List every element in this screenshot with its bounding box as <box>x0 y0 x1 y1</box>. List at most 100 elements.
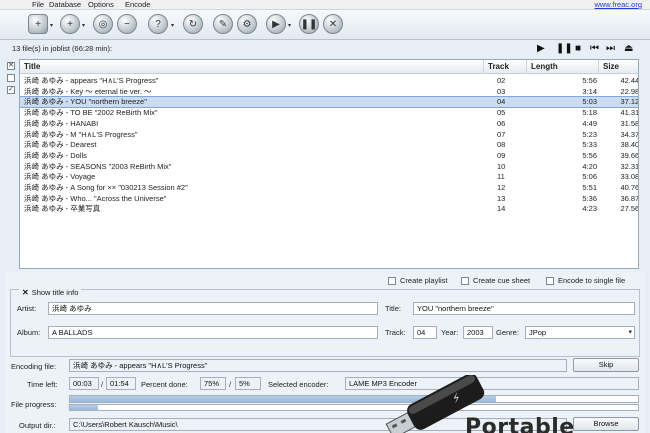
show-title-info-toggle[interactable]: ✕ Show title info <box>19 288 82 297</box>
title-label: Title: <box>385 304 401 313</box>
chevron-down-icon[interactable]: ▾ <box>628 327 632 338</box>
row-size: 41.314.225 <box>620 108 639 118</box>
pause-icon[interactable]: ❚❚ <box>299 14 319 34</box>
title-field[interactable]: YOU "northern breeze" <box>413 302 635 315</box>
joblist-header: Title Track Length Size <box>20 60 638 74</box>
row-title: 浜崎 あゆみ - HANABI <box>24 118 99 128</box>
row-length: 5:03 <box>582 97 597 107</box>
track-field[interactable]: 04 <box>413 326 437 339</box>
genre-select[interactable]: JPop ▾ <box>525 326 635 339</box>
settings-icon[interactable]: ⚙ <box>237 14 257 34</box>
row-title: 浜崎 あゆみ - Voyage <box>24 172 96 182</box>
row-track: 05 <box>497 108 506 118</box>
column-track[interactable]: Track <box>488 62 509 71</box>
row-title: 浜崎 あゆみ - Key ～ eternal tie ver. ～ <box>24 86 152 96</box>
row-size: 27.568.228 <box>620 204 639 214</box>
row-title: 浜崎 あゆみ - SEASONS "2003 ReBirth Mix" <box>24 161 172 171</box>
row-title: 浜崎 あゆみ - M "H∧L'S Progress" <box>24 129 138 139</box>
toolbar: + ▾ + ▾ ◎ − ? ▾ ↻ ✎ ⚙ ▶ ▾ ❚❚ ✕ <box>0 10 650 40</box>
table-row[interactable]: 浜崎 あゆみ - Dolls 09 5:56 39.663.516 <box>20 151 638 161</box>
file-progress-bar <box>69 395 639 403</box>
row-track: 11 <box>497 172 505 182</box>
menu-database[interactable]: Database <box>49 0 81 9</box>
table-row[interactable]: 浜崎 あゆみ - 卒業写真 14 4:23 27.568.228 <box>20 204 638 214</box>
chevron-down-icon[interactable]: ▾ <box>171 22 174 29</box>
player-previous-icon[interactable]: ⏮ <box>590 43 599 54</box>
artist-field[interactable]: 浜崎 あゆみ <box>48 302 378 315</box>
table-row[interactable]: 浜崎 あゆみ - YOU "northern breeze" 04 5:03 37.1… <box>20 96 639 109</box>
toggle-checkbox[interactable]: ✓ <box>7 86 15 94</box>
player-eject-icon[interactable]: ⏏ <box>624 43 633 54</box>
row-length: 5:06 <box>582 172 597 182</box>
row-size: 39.663.516 <box>620 150 639 160</box>
tags-icon[interactable]: ✎ <box>213 14 233 34</box>
table-row[interactable]: 浜崎 あゆみ - Dearest 08 5:33 38.404.855 <box>20 140 638 150</box>
uncheck-all-checkbox[interactable] <box>7 74 15 82</box>
stop-icon[interactable]: ✕ <box>323 14 343 34</box>
table-row[interactable]: 浜崎 あゆみ - SEASONS "2003 ReBirth Mix" 10 4:2… <box>20 162 638 172</box>
row-size: 40.765.862 <box>620 183 639 192</box>
create-cue-sheet-option[interactable]: Create cue sheet <box>461 276 530 285</box>
check-all-checkbox[interactable]: ✕ <box>7 62 15 70</box>
genre-value: JPop <box>529 328 547 337</box>
table-row[interactable]: 浜崎 あゆみ - appears "H∧L'S Progress" 02 5:56 4… <box>20 76 638 86</box>
row-track: 07 <box>497 129 506 139</box>
album-field[interactable]: A BALLADS <box>48 326 378 339</box>
column-size[interactable]: Size <box>603 62 619 71</box>
row-length: 3:14 <box>582 86 597 96</box>
skip-button[interactable]: Skip <box>573 358 639 372</box>
column-title[interactable]: Title <box>24 62 40 71</box>
menu-options[interactable]: Options <box>88 0 114 9</box>
row-track: 06 <box>497 118 506 128</box>
row-size: 22.983.480 <box>620 86 639 96</box>
column-length[interactable]: Length <box>531 62 558 71</box>
add-files-icon[interactable]: + <box>28 14 48 34</box>
player-next-icon[interactable]: ⏭ <box>606 43 615 54</box>
encoding-file-field: 浜崎 あゆみ - appears "H∧L'S Progress" <box>69 359 567 372</box>
encode-single-checkbox[interactable] <box>546 276 554 285</box>
cd-icon[interactable]: ◎ <box>93 14 113 34</box>
table-row[interactable]: 浜崎 あゆみ - TO BE "2002 ReBirth Mix" 05 5:18 4… <box>20 108 638 118</box>
menu-encode[interactable]: Encode <box>125 0 150 9</box>
row-length: 5:23 <box>582 129 597 139</box>
table-row[interactable]: 浜崎 あゆみ - Key ～ eternal tie ver. ～ 03 3:14 2… <box>20 87 638 97</box>
row-size: 37.127.809 <box>620 97 639 107</box>
cddb-submit-icon[interactable]: ↻ <box>183 14 203 34</box>
encode-single-option[interactable]: Encode to single file <box>546 276 625 285</box>
browse-button[interactable]: Browse <box>573 417 639 431</box>
table-row[interactable]: 浜崎 あゆみ - HANABI 06 4:49 31.587.513 <box>20 119 638 129</box>
file-progress-label: File progress: <box>11 400 57 409</box>
player-stop-icon[interactable]: ■ <box>575 43 581 54</box>
player-play-icon[interactable]: ▶ <box>537 43 545 54</box>
joblist[interactable]: Title Track Length Size 浜崎 あゆみ - appears… <box>19 59 639 269</box>
create-playlist-option[interactable]: Create playlist <box>388 276 448 285</box>
create-cue-sheet-checkbox[interactable] <box>461 276 469 285</box>
chevron-down-icon[interactable]: ▾ <box>288 22 291 29</box>
checkbox-checked-icon[interactable]: ✕ <box>22 288 29 297</box>
row-size: 34.373.689 <box>620 129 639 139</box>
remove-icon[interactable]: − <box>117 14 137 34</box>
add-folder-icon[interactable]: + <box>60 14 80 34</box>
table-row[interactable]: 浜崎 あゆみ - Who... "Across the Universe" 13 5… <box>20 194 638 204</box>
chevron-down-icon[interactable]: ▾ <box>82 22 85 29</box>
output-dir-label: Output dir.: <box>19 421 56 430</box>
play-icon[interactable]: ▶ <box>266 14 286 34</box>
artist-label: Artist: <box>17 304 37 313</box>
year-field[interactable]: 2003 <box>463 326 493 339</box>
table-row[interactable]: 浜崎 あゆみ - Voyage 11 5:06 33.080.524 <box>20 172 638 182</box>
time-total-field: 01:54 <box>106 377 136 390</box>
table-row[interactable]: 浜崎 あゆみ - M "H∧L'S Progress" 07 5:23 34.373.… <box>20 130 638 140</box>
row-title: 浜崎 あゆみ - Dearest <box>24 140 97 150</box>
cddb-query-icon[interactable]: ? <box>148 14 168 34</box>
row-title: 浜崎 あゆみ - Who... "Across the Universe" <box>24 193 167 203</box>
menu-file[interactable]: File <box>32 0 44 9</box>
chevron-down-icon[interactable]: ▾ <box>50 22 53 29</box>
time-left-field: 00:03 <box>69 377 99 390</box>
row-track: 04 <box>497 97 506 107</box>
create-playlist-checkbox[interactable] <box>388 276 396 285</box>
website-link[interactable]: www.freac.org <box>594 0 642 9</box>
row-length: 4:20 <box>582 161 597 171</box>
table-row[interactable]: 浜崎 あゆみ - A Song for ×× "030213 Session #… <box>20 183 638 193</box>
player-pause-icon[interactable]: ❚❚ <box>556 43 573 54</box>
row-length: 5:56 <box>582 76 597 85</box>
